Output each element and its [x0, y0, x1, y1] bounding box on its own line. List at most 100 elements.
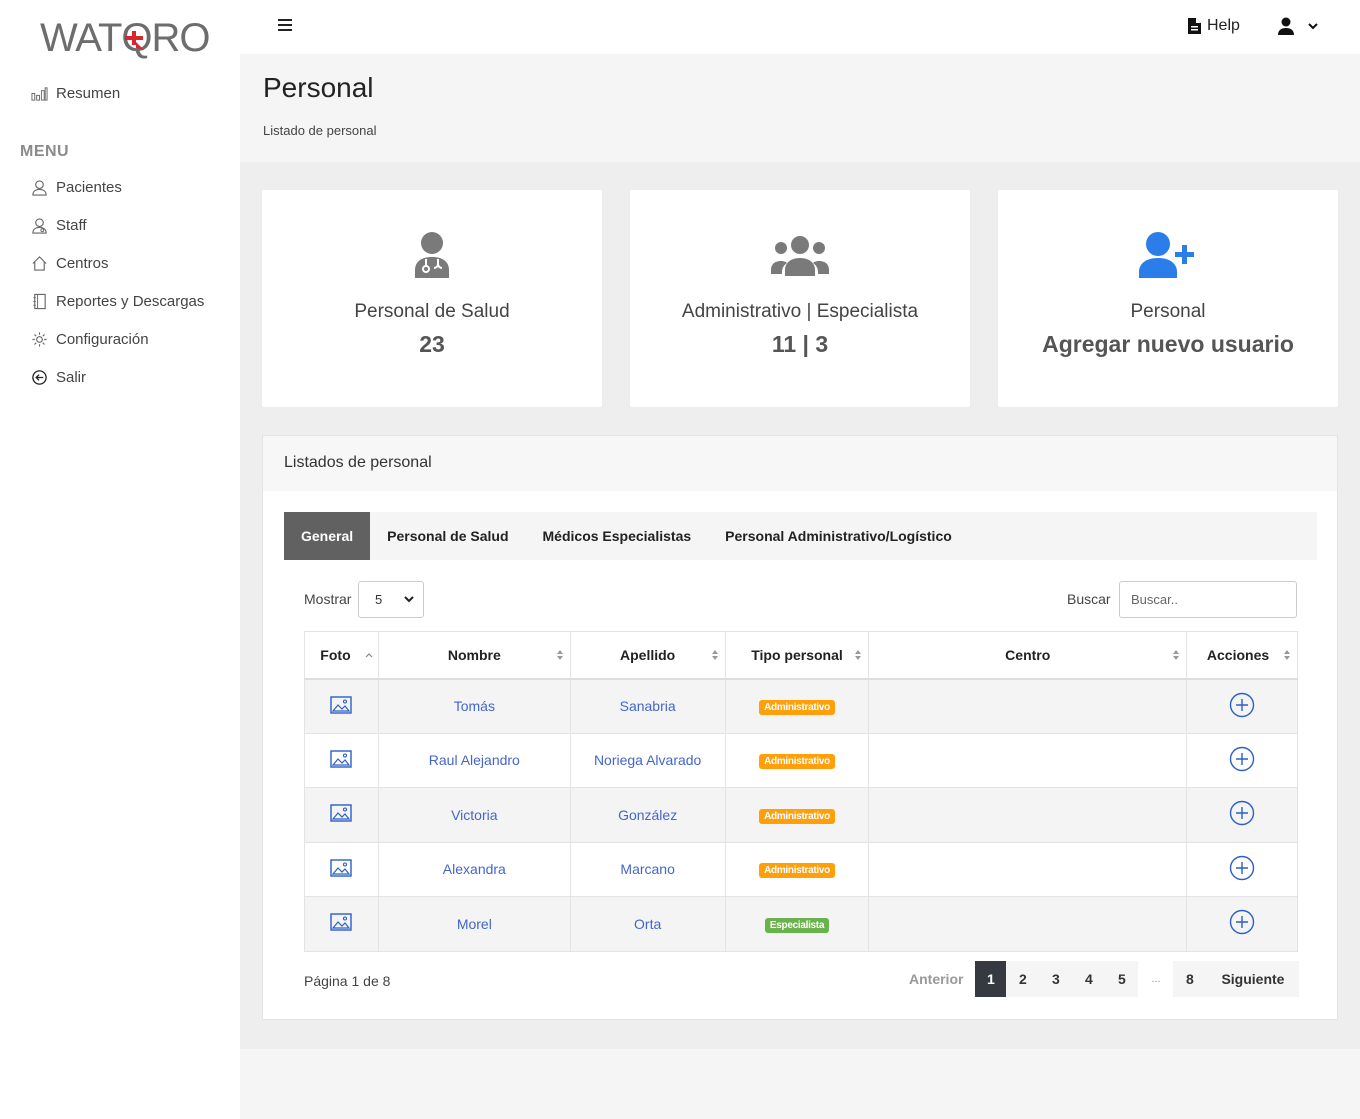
column-header-nombre[interactable]: Nombre: [377, 631, 571, 680]
page-size-select[interactable]: 5: [358, 581, 424, 618]
sidebar-item-configuracion[interactable]: Configuración: [30, 328, 149, 350]
apellido-cell[interactable]: Orta: [569, 896, 726, 952]
status-badge: Administrativo: [759, 754, 835, 770]
nombre-cell[interactable]: Raul Alejandro: [377, 732, 571, 788]
apellido-cell[interactable]: Marcano: [569, 841, 726, 897]
chevron-down-icon: [1308, 22, 1318, 29]
nombre-cell[interactable]: Morel: [377, 896, 571, 952]
help-link[interactable]: Help: [1188, 17, 1240, 35]
pagination-page-5[interactable]: 5: [1105, 961, 1139, 997]
page-header: Personal Listado de personal: [240, 54, 1360, 162]
hamburger-menu-icon[interactable]: [278, 19, 292, 33]
logo[interactable]: WATQRO: [40, 16, 211, 60]
tab-general[interactable]: General: [284, 512, 371, 560]
column-header-foto[interactable]: Foto: [304, 631, 379, 680]
pagination-page-2[interactable]: 2: [1006, 961, 1040, 997]
home-icon: [30, 254, 48, 272]
centro-cell: [868, 896, 1188, 952]
tab-personal-administrativo[interactable]: Personal Administrativo/Logístico: [708, 512, 969, 560]
user-icon: [1278, 17, 1294, 35]
plus-circle-icon[interactable]: [1229, 909, 1255, 935]
staff-table: Foto Nombre Apellido Tipo personal Centr…: [304, 631, 1298, 952]
sort-icon: [1173, 650, 1180, 660]
sort-asc-icon: [365, 653, 373, 658]
column-header-acciones[interactable]: Acciones: [1186, 631, 1298, 680]
image-icon: [330, 859, 353, 877]
centro-cell: [868, 678, 1188, 734]
sidebar-item-staff[interactable]: Staff: [30, 214, 87, 236]
staff-icon: [30, 216, 48, 234]
pagination-page-1[interactable]: 1: [975, 961, 1007, 997]
table-row: Tomás Sanabria Administrativo: [304, 678, 1298, 734]
actions-cell: [1186, 678, 1298, 734]
tipo-cell: Administrativo: [724, 732, 870, 788]
logout-icon: [30, 368, 48, 386]
plus-circle-icon[interactable]: [1229, 855, 1255, 881]
apellido-cell[interactable]: Noriega Alvarado: [569, 732, 726, 788]
column-header-apellido[interactable]: Apellido: [569, 631, 726, 680]
pagination-page-4[interactable]: 4: [1072, 961, 1106, 997]
image-icon: [330, 695, 353, 714]
help-label: Help: [1207, 17, 1240, 34]
search-label: Buscar: [1067, 591, 1111, 607]
photo-cell[interactable]: [304, 896, 379, 952]
actions-cell: [1186, 841, 1298, 897]
sidebar-item-label: Resumen: [56, 84, 121, 102]
nombre-cell[interactable]: Victoria: [377, 787, 571, 843]
column-header-tipo-personal[interactable]: Tipo personal: [724, 631, 870, 680]
sidebar-item-label: Configuración: [56, 330, 149, 348]
actions-cell: [1186, 787, 1298, 843]
apellido-cell[interactable]: González: [569, 787, 726, 843]
card-administrativo-especialista[interactable]: Administrativo | Especialista 11 | 3: [630, 190, 970, 407]
plus-circle-icon[interactable]: [1229, 746, 1255, 772]
card-label: Administrativo | Especialista: [681, 301, 919, 322]
page-info: Página 1 de 8: [304, 973, 391, 989]
status-badge: Administrativo: [759, 700, 835, 715]
panel-header: Listados de personal: [263, 436, 1337, 491]
sidebar-item-centros[interactable]: Centros: [30, 252, 109, 274]
table-row: Victoria González Administrativo: [304, 787, 1298, 843]
card-personal-salud[interactable]: Personal de Salud 23: [262, 190, 602, 407]
photo-cell[interactable]: [304, 841, 379, 897]
tab-medicos-especialistas[interactable]: Médicos Especialistas: [526, 512, 709, 560]
photo-cell[interactable]: [304, 732, 379, 788]
pagination-page-last[interactable]: 8: [1173, 961, 1207, 997]
nombre-cell[interactable]: Tomás: [377, 678, 571, 734]
actions-cell: [1186, 896, 1298, 952]
users-group-icon: [630, 236, 970, 284]
page-size-value: 5: [375, 592, 383, 607]
centro-cell: [868, 732, 1188, 788]
card-agregar-usuario[interactable]: Personal Agregar nuevo usuario: [998, 190, 1338, 407]
photo-cell[interactable]: [304, 678, 379, 734]
user-menu[interactable]: [1278, 17, 1318, 35]
plus-circle-icon[interactable]: [1229, 692, 1255, 718]
plus-circle-icon[interactable]: [1229, 800, 1255, 826]
nombre-cell[interactable]: Alexandra: [377, 841, 571, 897]
sidebar-item-label: Staff: [56, 216, 87, 234]
card-label: Personal: [1130, 301, 1206, 322]
table-row: Raul Alejandro Noriega Alvarado Administ…: [304, 732, 1298, 788]
pagination-prev[interactable]: Anterior: [897, 961, 975, 997]
column-header-centro[interactable]: Centro: [868, 631, 1188, 680]
pagination: Anterior 1 2 3 4 5 ... 8 Siguiente: [897, 961, 1300, 997]
sidebar-item-salir[interactable]: Salir: [30, 366, 86, 388]
tabs: General Personal de Salud Médicos Especi…: [284, 512, 1317, 560]
tab-personal-salud[interactable]: Personal de Salud: [370, 512, 525, 560]
pagination-ellipsis: ...: [1151, 973, 1161, 985]
apellido-cell[interactable]: Sanabria: [569, 678, 726, 734]
centro-cell: [868, 787, 1188, 843]
photo-cell[interactable]: [304, 787, 379, 843]
sidebar-item-reportes[interactable]: Reportes y Descargas: [30, 290, 204, 312]
search-input[interactable]: [1119, 581, 1297, 618]
table-row: Morel Orta Especialista: [304, 896, 1298, 952]
pagination-page-3[interactable]: 3: [1039, 961, 1073, 997]
pagination-next[interactable]: Siguiente: [1206, 961, 1300, 997]
doctor-icon: [262, 232, 602, 280]
sidebar-item-label: Pacientes: [56, 178, 122, 196]
chevron-down-icon: [404, 596, 414, 603]
sidebar-item-resumen[interactable]: Resumen: [30, 82, 120, 104]
image-icon: [330, 804, 353, 822]
card-label: Personal de Salud: [354, 301, 510, 322]
sidebar-item-pacientes[interactable]: Pacientes: [30, 176, 122, 198]
sidebar-item-label: Salir: [56, 368, 87, 386]
